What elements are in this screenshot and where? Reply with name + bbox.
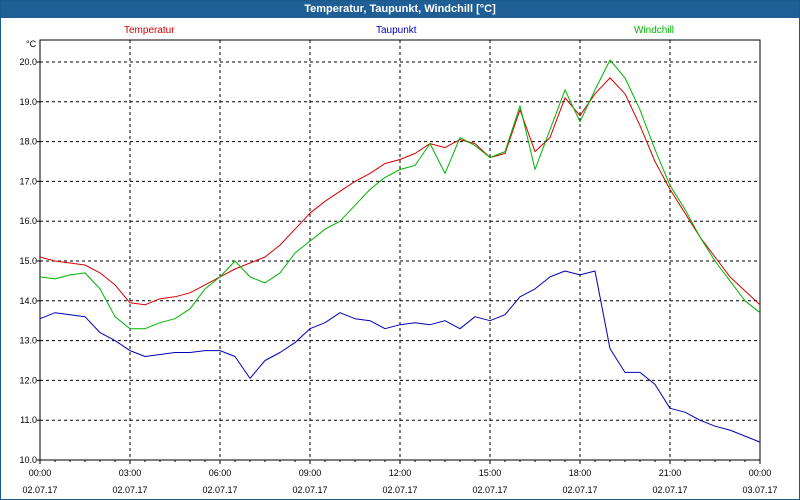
y-tick-label: 10.0 [19, 455, 37, 465]
y-tick-label: 13.0 [19, 336, 37, 346]
x-tick-time: 18:00 [569, 468, 592, 478]
legend-temperatur: Temperatur [124, 25, 175, 36]
x-tick-time: 00:00 [749, 468, 772, 478]
y-tick-label: 11.0 [20, 415, 37, 425]
x-tick-date: 02.07.17 [22, 485, 57, 495]
x-tick-date: 02.07.17 [112, 485, 147, 495]
x-tick-date: 02.07.17 [292, 485, 327, 495]
x-tick-date: 02.07.17 [472, 485, 507, 495]
x-tick-time: 15:00 [479, 468, 502, 478]
legend-windchill: Windchill [634, 25, 674, 36]
x-tick-time: 09:00 [299, 468, 322, 478]
x-tick-time: 21:00 [659, 468, 682, 478]
y-tick-label: 19.0 [19, 97, 37, 107]
legend-taupunkt: Taupunkt [376, 25, 417, 36]
y-tick-label: 20.0 [19, 57, 37, 67]
x-tick-date: 02.07.17 [652, 485, 687, 495]
y-axis-unit: °C [26, 39, 37, 49]
y-tick-label: 16.0 [19, 216, 37, 226]
y-tick-label: 12.0 [19, 375, 37, 385]
x-tick-time: 06:00 [209, 468, 232, 478]
y-tick-label: 17.0 [19, 176, 37, 186]
series-line-taupunkt [39, 270, 761, 443]
y-tick-label: 15.0 [19, 256, 37, 266]
x-tick-date: 02.07.17 [562, 485, 597, 495]
y-tick-label: 18.0 [19, 137, 37, 147]
x-tick-time: 12:00 [389, 468, 412, 478]
y-tick-label: 14.0 [19, 296, 37, 306]
x-tick-date: 02.07.17 [202, 485, 237, 495]
x-tick-time: 03:00 [119, 468, 142, 478]
x-tick-date: 03.07.17 [742, 485, 777, 495]
line-chart: Temperatur Taupunkt Windchill °C 10.0 11.… [19, 25, 777, 495]
x-tick-date: 02.07.17 [382, 485, 417, 495]
x-tick-time: 00:00 [29, 468, 52, 478]
